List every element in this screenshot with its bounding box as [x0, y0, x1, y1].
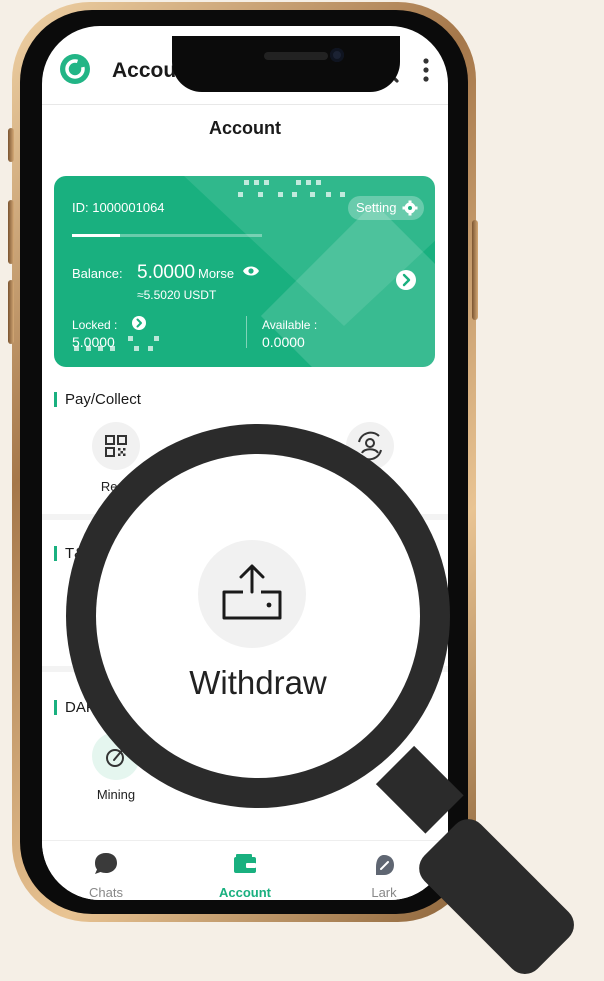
account-id: ID: 1000001064	[72, 200, 165, 215]
chat-bubble-icon	[95, 853, 117, 874]
setting-label: Setting	[356, 200, 397, 215]
balance-label: Balance:	[72, 266, 123, 281]
withdraw-label: Withdraw	[189, 664, 327, 701]
chevron-right-icon[interactable]	[132, 316, 146, 330]
nav-item-chats[interactable]: Chats	[56, 841, 156, 900]
locked-label: Locked :	[72, 318, 118, 332]
phone-volume-up	[8, 200, 14, 264]
wallet-icon	[234, 854, 256, 873]
phone-power-button	[472, 220, 478, 320]
bottom-nav: Chats Account Lark	[42, 840, 448, 900]
eye-icon[interactable]	[242, 264, 260, 283]
magnifier-lens: Withdraw	[96, 454, 420, 778]
upload-icon	[222, 564, 282, 620]
setting-button[interactable]: Setting	[348, 196, 425, 220]
withdraw-button[interactable]	[198, 540, 306, 648]
balance-usdt: ≈5.5020 USDT	[137, 288, 217, 302]
page-title: Account	[209, 118, 281, 138]
lark-leaf-icon	[376, 855, 394, 875]
app-logo-icon	[60, 54, 90, 84]
phone-volume-down	[8, 280, 14, 344]
level-progress-bar	[72, 234, 262, 237]
balance-value: 5.0000	[137, 262, 196, 283]
chevron-right-icon[interactable]	[396, 270, 416, 290]
locked-value: 5.0000	[72, 334, 115, 350]
qr-code-icon	[105, 435, 127, 457]
header-divider	[42, 104, 448, 105]
available-value: 0.0000	[262, 334, 305, 350]
balance-card: ID: 1000001064 Setting Balance: 5.0000 M…	[54, 176, 435, 367]
more-menu-icon[interactable]	[421, 56, 431, 89]
nav-item-account[interactable]: Account	[195, 841, 295, 900]
nav-label-chats: Chats	[89, 885, 123, 900]
nav-label-account: Account	[219, 885, 271, 900]
section-title-pay-collect: Pay/Collect	[54, 392, 141, 407]
balance-unit: Morse	[198, 266, 235, 281]
card-divider	[246, 316, 247, 348]
front-camera	[330, 48, 344, 62]
mining-label: Mining	[96, 787, 136, 802]
speaker-grille	[264, 52, 328, 60]
nav-label-lark: Lark	[371, 885, 397, 900]
phone-side-button	[8, 128, 14, 162]
phone-notch	[172, 36, 400, 92]
available-label: Available :	[262, 318, 318, 332]
gear-icon	[402, 200, 418, 224]
level-progress-fill	[72, 234, 120, 237]
stage: Account Account ID: 1000001064 Setting B…	[0, 0, 604, 981]
receive-button[interactable]	[92, 422, 140, 470]
